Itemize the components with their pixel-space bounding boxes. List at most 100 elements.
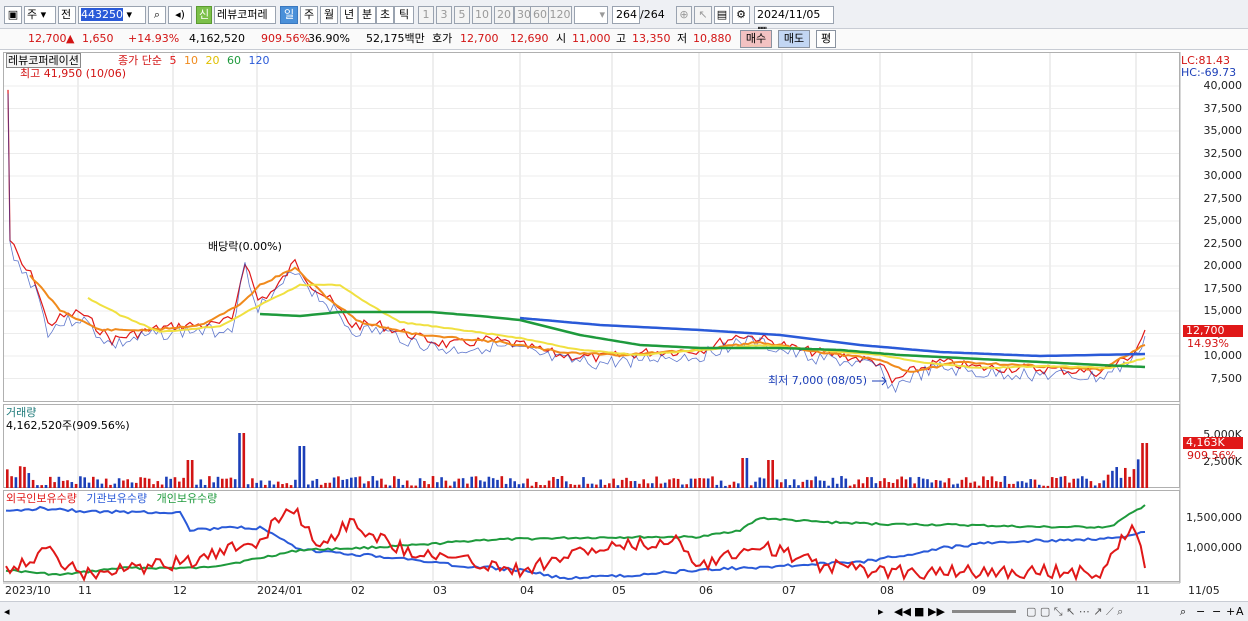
volume-bar — [702, 478, 706, 488]
date-label: 09 — [972, 584, 986, 597]
volume-bar — [302, 446, 306, 488]
volume-bar — [423, 480, 426, 488]
volume-bar — [1038, 484, 1041, 488]
stop-icon[interactable]: ■ — [914, 604, 924, 620]
volume-bar — [1020, 481, 1024, 488]
volume-bar — [1106, 474, 1110, 488]
volume-bar — [298, 446, 301, 488]
volume-bar — [96, 479, 99, 488]
volume-bar — [229, 477, 233, 488]
date-label: 05 — [612, 584, 626, 597]
volume-bar — [1072, 478, 1075, 488]
volume-bar — [577, 484, 581, 488]
hold-tick-1500000: 1,500,000 — [1186, 511, 1242, 524]
volume-bar — [788, 485, 792, 488]
volume-bar — [130, 482, 134, 488]
volume-bar — [345, 479, 349, 488]
volume-bar — [117, 478, 121, 488]
volume-bar — [186, 460, 190, 488]
volume-bar — [31, 479, 35, 488]
volume-bar — [474, 476, 478, 488]
volume-bar — [401, 484, 405, 488]
volume-bar — [986, 480, 989, 488]
volume-bar — [982, 476, 985, 488]
zoom-slider[interactable] — [952, 610, 1016, 613]
volume-bar — [367, 481, 370, 488]
volume-bar — [431, 476, 435, 488]
volume-bar — [878, 481, 882, 488]
volume-bar — [70, 482, 74, 488]
date-label: 10 — [1050, 584, 1064, 597]
volume-bar — [61, 480, 65, 488]
volume-bar — [83, 477, 86, 488]
last-page-icon[interactable]: ▶▶ — [928, 604, 945, 620]
volume-bar — [1076, 478, 1080, 488]
volume-bar — [999, 481, 1002, 488]
holdings-legend: 외국인보유수량 기관보유수량 개인보유수량 — [6, 492, 217, 505]
volume-bar — [642, 479, 645, 488]
font-size-icon[interactable]: A — [1236, 604, 1244, 620]
volume-bar — [917, 476, 921, 488]
date-label: 2023/10 — [5, 584, 51, 597]
increase-font-icon[interactable]: + — [1226, 604, 1235, 620]
volume-bar — [921, 478, 925, 488]
volume-bar — [169, 478, 172, 488]
volume-bar — [36, 485, 39, 488]
volume-bar — [861, 483, 865, 488]
volume-bar — [1128, 476, 1131, 488]
price-candles — [7, 89, 1146, 384]
volume-bar — [990, 476, 994, 488]
dividend-note: 배당락(0.00%) — [208, 240, 282, 253]
volume-bar — [14, 477, 18, 488]
volume-bar — [569, 484, 572, 488]
scroll-right-icon[interactable]: ▸ — [878, 604, 884, 620]
volume-bar — [147, 478, 151, 488]
volume-bar — [173, 477, 177, 488]
zoom-icon[interactable]: ⌕ — [1180, 604, 1186, 620]
date-label: 02 — [351, 584, 365, 597]
volume-bar — [182, 477, 185, 488]
volume-bar — [238, 433, 241, 488]
volume-bar — [1059, 476, 1063, 488]
volume-bar — [436, 482, 439, 488]
volume-bar — [625, 477, 628, 488]
volume-bar — [801, 481, 805, 488]
volume-bar — [681, 484, 684, 488]
volume-bar — [384, 484, 387, 488]
volume-bar — [139, 477, 142, 488]
volume-bar — [934, 480, 938, 488]
price-volume-chart[interactable] — [0, 0, 1248, 621]
volume-bar — [491, 478, 495, 488]
decrease-font-icon[interactable]: − — [1212, 604, 1221, 620]
minus-icon[interactable]: − — [1196, 604, 1205, 620]
volume-bar — [268, 480, 271, 488]
volume-bar — [749, 485, 753, 488]
tool-icons[interactable]: ▢ ▢ ⤡ ↖ ⋯ ↗ ⟋ ⌕ — [1026, 604, 1123, 620]
volume-bar — [23, 466, 26, 488]
volume-bar — [216, 476, 220, 488]
volume-bar — [900, 476, 903, 488]
volume-bar — [315, 478, 319, 488]
volume-bar — [534, 481, 538, 488]
volume-bar — [1029, 479, 1032, 488]
volume-bar — [203, 484, 207, 488]
volume-bar — [319, 484, 323, 488]
volume-bar — [883, 478, 886, 488]
date-label: 11 — [78, 584, 92, 597]
volume-bar — [122, 480, 125, 488]
volume-bar — [565, 481, 568, 488]
volume-bar — [620, 479, 624, 488]
scroll-left-icon[interactable]: ◂ — [4, 604, 10, 620]
volume-bar — [1093, 485, 1097, 488]
volume-bar — [393, 476, 396, 488]
volume-bar — [745, 458, 749, 488]
first-page-icon[interactable]: ◀◀ — [894, 604, 911, 620]
volume-bar — [586, 483, 590, 488]
volume-bar — [711, 476, 714, 488]
price-tick: 30,000 — [1203, 169, 1243, 182]
volume-bar — [233, 479, 237, 488]
volume-bar — [904, 479, 908, 488]
volume-bar — [246, 484, 250, 488]
volume-bar — [500, 476, 504, 488]
volume-value-label: 4,162,520주(909.56%) — [6, 419, 130, 432]
